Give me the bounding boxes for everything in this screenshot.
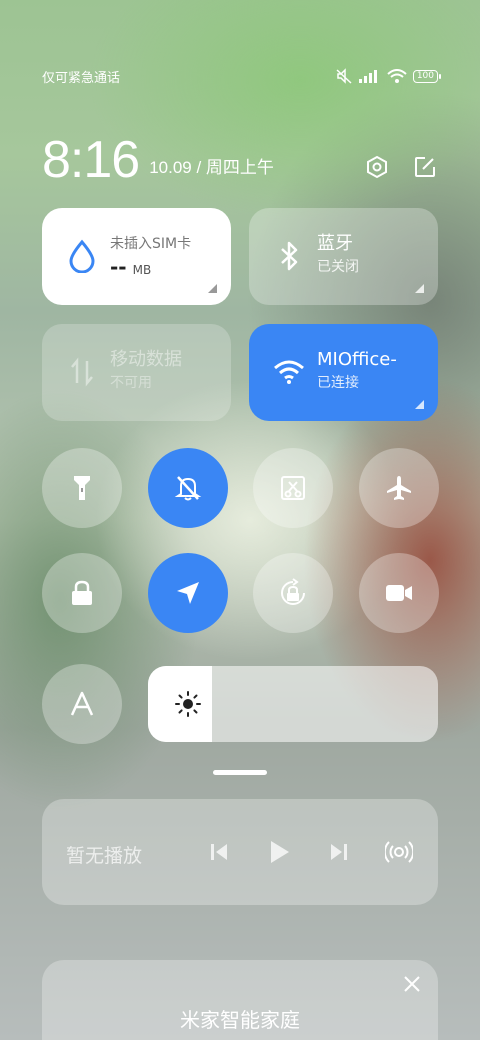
battery-icon: 100: [412, 69, 442, 83]
cast-icon[interactable]: [384, 837, 414, 867]
rotation-lock-toggle[interactable]: [253, 553, 333, 633]
clock-date: 10.09 / 周四上午: [149, 158, 274, 177]
airplane-toggle[interactable]: [359, 448, 439, 528]
location-icon: [177, 582, 199, 604]
wifi-network-label: MIOffice-: [317, 349, 397, 370]
sun-icon: [175, 691, 201, 717]
signal-icon: [358, 70, 377, 83]
location-toggle[interactable]: [148, 553, 228, 633]
play-icon[interactable]: [264, 837, 294, 867]
screenshot-toggle[interactable]: [253, 448, 333, 528]
carrier-text: 仅可紧急通话: [42, 70, 121, 86]
screen-recorder-toggle[interactable]: [359, 553, 439, 633]
arrows-updown-icon: [66, 356, 98, 388]
bell-off-icon: [174, 476, 202, 501]
settings-icon[interactable]: [364, 154, 390, 180]
water-drop-icon: [66, 239, 98, 273]
data-usage-label: 未插入SIM卡: [110, 236, 192, 252]
wifi-status: 已连接: [317, 375, 359, 391]
bluetooth-icon: [273, 240, 305, 272]
data-usage-tile[interactable]: 未插入SIM卡 -- MB: [42, 208, 231, 305]
video-camera-icon: [386, 585, 412, 601]
previous-icon[interactable]: [204, 837, 234, 867]
smart-home-card[interactable]: 米家智能家庭: [42, 960, 438, 1040]
clock-actions: [364, 154, 438, 180]
airplane-icon: [387, 476, 411, 500]
close-icon[interactable]: [402, 974, 422, 994]
smart-home-title: 米家智能家庭: [180, 1008, 300, 1032]
wifi-icon: [273, 356, 305, 388]
next-icon[interactable]: [324, 837, 354, 867]
clock-row: 8:16 10.09 / 周四上午: [42, 126, 438, 186]
wifi-tile[interactable]: MIOffice- 已连接: [249, 324, 438, 421]
screenshot-icon: [281, 476, 305, 500]
flashlight-toggle[interactable]: [42, 448, 122, 528]
edit-icon[interactable]: [412, 154, 438, 180]
silent-toggle[interactable]: [148, 448, 228, 528]
flashlight-icon: [74, 476, 90, 500]
bluetooth-tile[interactable]: 蓝牙 已关闭: [249, 208, 438, 305]
clock-time: 8:16: [42, 131, 140, 189]
font-toggle[interactable]: [42, 664, 122, 744]
expand-corner-icon: [415, 400, 424, 409]
status-icons: 100: [335, 68, 442, 84]
media-title: 暂无播放: [66, 845, 143, 867]
wifi-icon: [387, 69, 407, 83]
rotation-lock-icon: [281, 578, 305, 605]
mobile-data-label: 移动数据: [110, 349, 182, 370]
drag-handle[interactable]: [213, 770, 267, 775]
bluetooth-status: 已关闭: [317, 259, 359, 275]
data-usage-value: -- MB: [110, 256, 191, 281]
lock-icon: [72, 580, 92, 605]
brightness-slider[interactable]: [148, 666, 438, 742]
media-player-card[interactable]: 暂无播放: [42, 799, 438, 905]
mobile-data-status: 不可用: [110, 375, 152, 391]
bluetooth-label: 蓝牙: [317, 233, 353, 254]
status-bar: 仅可紧急通话 100: [42, 66, 442, 86]
data-usage-unit: MB: [132, 263, 152, 277]
expand-corner-icon: [415, 284, 424, 293]
lock-screen-toggle[interactable]: [42, 553, 122, 633]
font-a-icon: [70, 691, 94, 716]
mobile-data-tile[interactable]: 移动数据 不可用: [42, 324, 231, 421]
expand-corner-icon: [208, 284, 217, 293]
data-usage-amount: --: [110, 255, 127, 279]
mute-icon: [336, 68, 352, 84]
